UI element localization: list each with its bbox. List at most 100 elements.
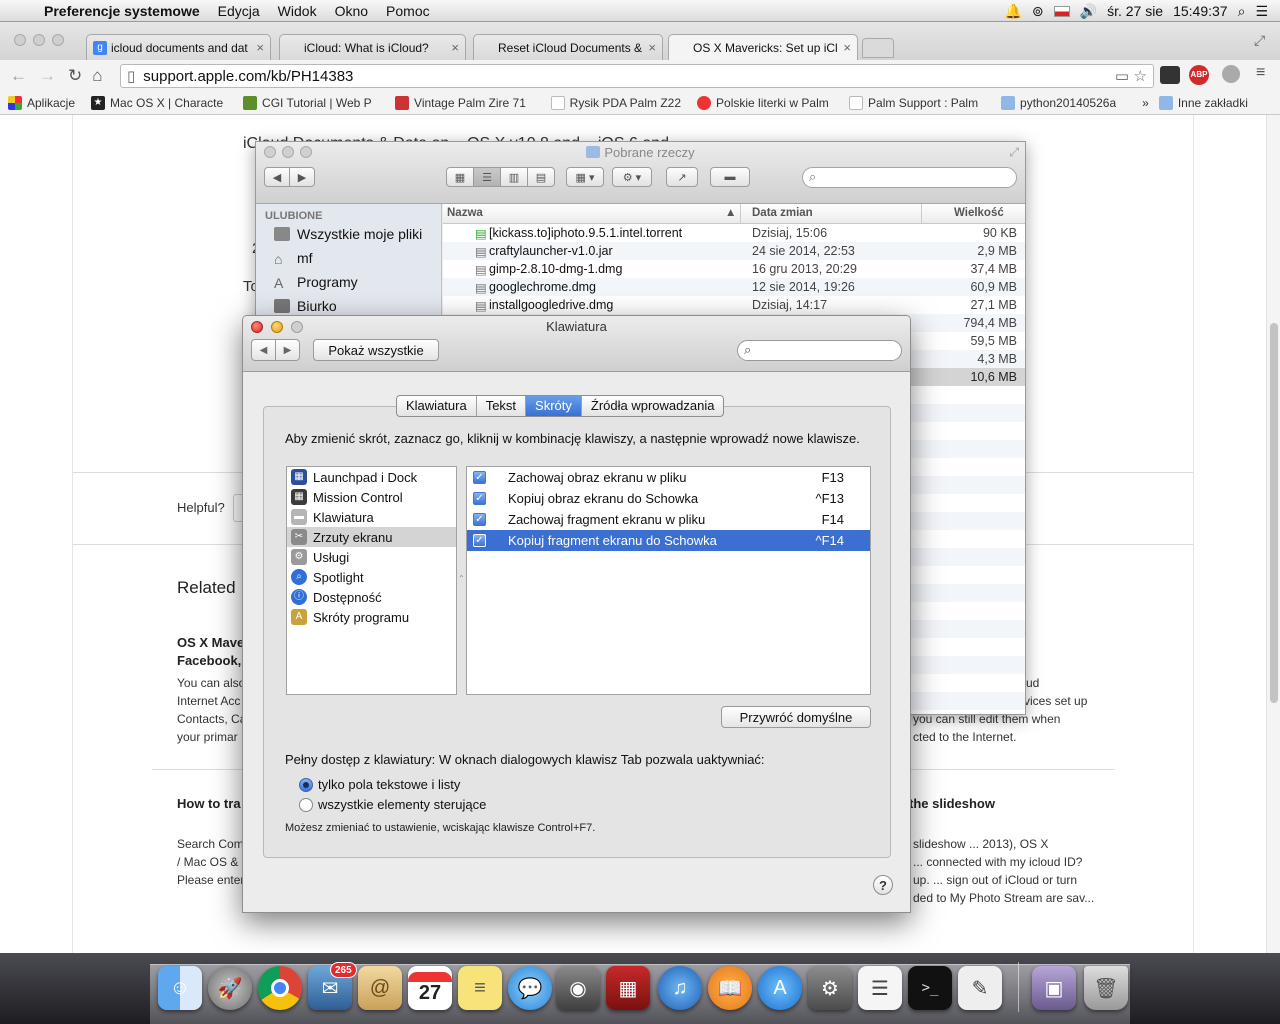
shortcut-key[interactable]: ^F14 (815, 533, 844, 548)
back-icon[interactable]: ← (10, 66, 27, 86)
bookmark-item[interactable]: Rysik PDA Palm Z22 (551, 95, 681, 110)
tab-close-icon[interactable]: × (451, 40, 459, 55)
column-header-name[interactable]: Nazwa (447, 207, 483, 219)
browser-tab[interactable]: g icloud documents and dat × (86, 34, 271, 60)
volume-icon[interactable]: 🔊 (1080, 3, 1097, 20)
icon-view-icon[interactable]: ▦ (446, 167, 474, 187)
tab-input-sources[interactable]: Źródła wprowadzania (582, 396, 724, 416)
chrome-menu-icon[interactable]: ≡ (1256, 64, 1265, 82)
clock-time[interactable]: 15:49:37 (1173, 3, 1228, 19)
arrange-icon[interactable]: ▦ ▾ (566, 167, 604, 187)
back-icon[interactable]: ◀ (251, 339, 276, 361)
split-handle-icon[interactable]: ⌃ (458, 574, 465, 583)
related-link[interactable]: How to tra (177, 796, 241, 811)
menu-edit[interactable]: Edycja (209, 3, 269, 19)
other-bookmarks[interactable]: Inne zakładki (1158, 95, 1248, 110)
spotlight-search-icon[interactable]: ⌕ (1238, 3, 1246, 20)
sidebar-item-all-files[interactable]: Wszystkie moje pliki (274, 226, 422, 242)
category-item-selected[interactable]: ✂ Zrzuty ekranu (287, 527, 456, 547)
category-item[interactable]: ▦ Launchpad i Dock (287, 467, 456, 487)
new-tab-button[interactable] (862, 38, 894, 58)
menu-window[interactable]: Okno (326, 3, 377, 19)
radio-text-boxes-only[interactable]: tylko pola tekstowe i listy (299, 777, 460, 792)
category-item[interactable]: ▦ Mission Control (287, 487, 456, 507)
table-row[interactable]: ▤ googlechrome.dmg 12 sie 2014, 19:26 60,9 … (443, 278, 1025, 296)
tab-close-icon[interactable]: × (843, 40, 851, 55)
trash-icon[interactable]: 🗑 (1084, 966, 1128, 1010)
bookmarks-more[interactable]: » (1142, 96, 1149, 110)
column-header-size[interactable]: Wielkość (954, 207, 1004, 219)
category-item[interactable]: A Skróty programu (287, 607, 456, 627)
table-row[interactable]: ▤ craftylauncher-v1.0.jar 24 sie 2014, 22:… (443, 242, 1025, 260)
contacts-icon[interactable]: @ (358, 966, 402, 1010)
back-icon[interactable]: ◀ (264, 167, 290, 187)
app-store-icon[interactable]: A (758, 966, 802, 1010)
chrome-icon[interactable] (258, 966, 302, 1010)
shortcut-key[interactable]: F14 (822, 512, 844, 527)
launchpad-icon[interactable]: 🚀 (208, 966, 252, 1010)
fullscreen-icon[interactable]: ⤢ (1254, 32, 1265, 49)
menu-view[interactable]: Widok (269, 3, 326, 19)
checkbox-checked[interactable]: ✓ (473, 513, 486, 526)
browser-tab[interactable]: iCloud: What is iCloud? × (279, 34, 466, 60)
sidebar-item-home[interactable]: ⌂ mf (274, 250, 313, 267)
extension-icon[interactable] (1222, 65, 1240, 83)
tab-close-icon[interactable]: × (648, 40, 656, 55)
page-scrollbar[interactable] (1266, 115, 1280, 953)
radio-selected[interactable] (299, 777, 313, 792)
related-link[interactable]: the slideshow (909, 796, 995, 811)
scrollbar-thumb[interactable] (1270, 323, 1278, 703)
forward-icon[interactable]: → (39, 66, 56, 86)
shortcut-row[interactable]: ✓ Zachowaj fragment ekranu w pliku F14 (467, 509, 870, 530)
close-window-icon[interactable] (14, 34, 26, 46)
url-text[interactable]: support.apple.com/kb/PH14383 (143, 68, 353, 85)
category-item[interactable]: ▬ Klawiatura (287, 507, 456, 527)
bookmark-item[interactable]: Polskie literki w Palm (697, 95, 833, 110)
list-view-icon[interactable]: ☰ (473, 167, 501, 187)
minimize-window-icon[interactable] (33, 34, 45, 46)
adblock-icon[interactable]: ABP (1189, 65, 1209, 85)
shortcut-row[interactable]: ✓ Kopiuj obraz ekranu do Schowka ^F13 (467, 488, 870, 509)
gear-icon[interactable]: ⚙ ▾ (612, 167, 652, 187)
share-icon[interactable]: ↗ (666, 167, 698, 187)
browser-tab[interactable]: Reset iCloud Documents & × (473, 34, 663, 60)
category-item[interactable]: ⓘ Dostępność (287, 587, 456, 607)
bookmark-item[interactable]: Aplikacje (8, 95, 75, 110)
radio-all-controls[interactable]: wszystkie elementy sterujące (299, 797, 486, 812)
ibooks-icon[interactable]: 📖 (708, 966, 752, 1010)
notification-bell-icon[interactable]: 🔔 (1004, 3, 1021, 20)
related-link[interactable]: Facebook, (177, 653, 241, 668)
tab-text[interactable]: Tekst (477, 396, 527, 416)
table-row[interactable]: ▤ [kickass.to]iphoto.9.5.1.intel.torrent D… (443, 224, 1025, 242)
facetime-icon[interactable]: ◉ (556, 966, 600, 1010)
table-row[interactable]: ▤ gimp-2.8.10-dmg-1.dmg 16 gru 2013, 20:29… (443, 260, 1025, 278)
messages-icon[interactable]: 💬 (508, 966, 552, 1010)
clock-date[interactable]: śr. 27 sie (1107, 3, 1163, 19)
help-button[interactable]: ? (873, 875, 893, 895)
notification-center-icon[interactable]: ☰ (1255, 3, 1268, 20)
restore-defaults-button[interactable]: Przywróć domyślne (721, 706, 871, 728)
reload-icon[interactable]: ↻ (68, 66, 82, 86)
tags-icon[interactable]: ▬ (710, 167, 750, 187)
home-icon[interactable]: ⌂ (92, 66, 102, 86)
input-source-flag-icon[interactable] (1053, 5, 1070, 17)
menu-app-name[interactable]: Preferencje systemowe (40, 3, 209, 19)
stickies-icon[interactable]: ≡ (458, 966, 502, 1010)
downloads-stack-icon[interactable]: ▣ (1032, 966, 1076, 1010)
status-icon[interactable]: ⊚ (1032, 3, 1044, 20)
fullscreen-icon[interactable]: ⤢ (1009, 145, 1019, 160)
sidebar-item-desktop[interactable]: Biurko (274, 298, 337, 314)
tab-keyboard[interactable]: Klawiatura (397, 396, 477, 416)
sidebar-item-applications[interactable]: A Programy (274, 274, 358, 291)
radio-unselected[interactable] (299, 797, 313, 812)
shortcut-key[interactable]: ^F13 (815, 491, 844, 506)
reader-icon[interactable]: ▭ (1115, 67, 1129, 85)
zoom-window-icon[interactable] (52, 34, 64, 46)
category-item[interactable]: ⌕ Spotlight (287, 567, 456, 587)
coverflow-view-icon[interactable]: ▤ (527, 167, 555, 187)
calendar-icon[interactable]: 27 (408, 966, 452, 1010)
bookmark-item[interactable]: python20140526a (1001, 95, 1116, 110)
bookmark-item[interactable]: Vintage Palm Zire 71 (395, 95, 535, 110)
forward-icon[interactable]: ▶ (289, 167, 315, 187)
tab-close-icon[interactable]: × (256, 40, 264, 55)
